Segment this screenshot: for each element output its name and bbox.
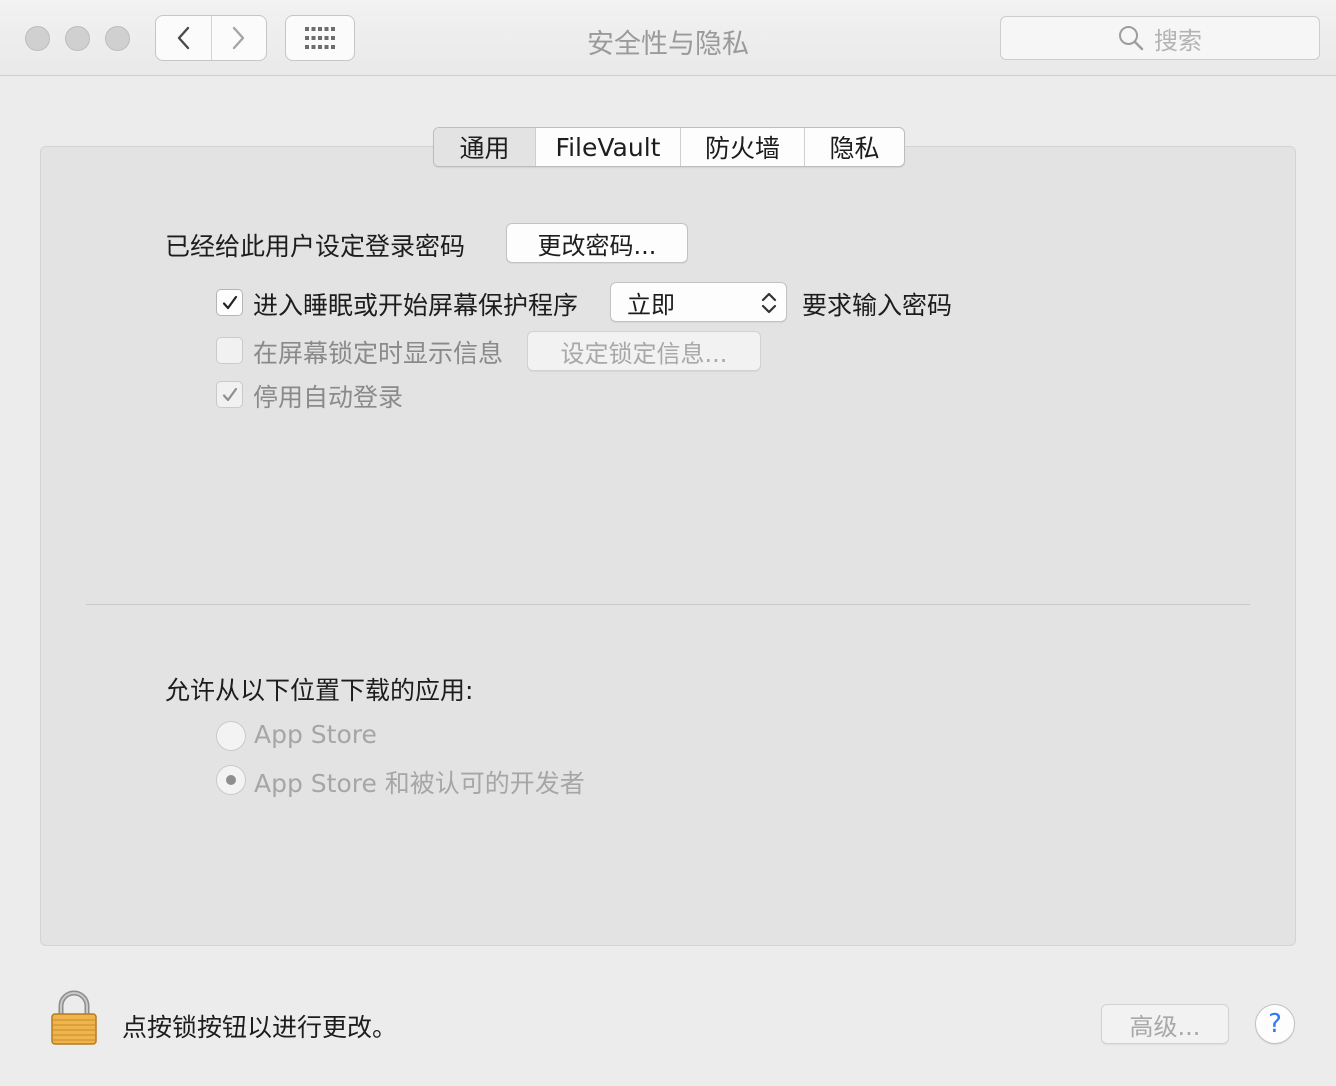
password-delay-value: 立即 xyxy=(627,290,675,319)
require-password-suffix: 要求输入密码 xyxy=(802,291,953,320)
checkmark-icon xyxy=(222,295,237,309)
checkmark-icon xyxy=(222,387,237,401)
tab-bar: 通用 FileVault 防火墙 隐私 xyxy=(433,127,905,167)
radio-app-store-identified-label: App Store 和被认可的开发者 xyxy=(254,769,585,798)
tab-privacy[interactable]: 隐私 xyxy=(804,128,904,166)
disable-auto-login-label: 停用自动登录 xyxy=(253,383,404,412)
password-delay-select[interactable]: 立即 xyxy=(610,282,787,322)
question-mark-icon: ? xyxy=(1268,1009,1282,1039)
downloads-title: 允许从以下位置下载的应用: xyxy=(165,676,474,705)
content-panel xyxy=(40,146,1296,946)
search-placeholder: 搜索 xyxy=(1154,26,1202,55)
require-password-label: 进入睡眠或开始屏幕保护程序 xyxy=(253,291,579,320)
radio-app-store[interactable] xyxy=(216,721,246,751)
padlock-icon xyxy=(51,990,97,1045)
lock-message-label: 在屏幕锁定时显示信息 xyxy=(253,339,504,368)
lock-instruction-text: 点按锁按钮以进行更改。 xyxy=(122,1013,398,1042)
help-button[interactable]: ? xyxy=(1255,1004,1295,1044)
radio-app-store-identified[interactable] xyxy=(216,765,246,795)
section-divider xyxy=(86,604,1250,605)
preferences-window: 安全性与隐私 搜索 通用 FileVault 防火墙 隐私 已经给此用户设定登录… xyxy=(0,0,1336,1086)
change-password-button[interactable]: 更改密码... xyxy=(506,223,688,263)
tab-firewall[interactable]: 防火墙 xyxy=(680,128,804,166)
radio-app-store-label: App Store xyxy=(254,720,377,749)
title-bar: 安全性与隐私 搜索 xyxy=(0,0,1336,76)
password-set-label: 已经给此用户设定登录密码 xyxy=(165,232,466,261)
lock-message-checkbox[interactable] xyxy=(216,337,243,364)
lock-button[interactable] xyxy=(50,990,98,1050)
radio-selected-dot xyxy=(226,775,236,785)
tab-filevault[interactable]: FileVault xyxy=(535,128,680,166)
disable-auto-login-checkbox[interactable] xyxy=(216,381,243,408)
updown-chevron-icon xyxy=(761,292,777,314)
set-lock-message-button[interactable]: 设定锁定信息... xyxy=(527,331,761,371)
require-password-checkbox[interactable] xyxy=(216,289,243,316)
search-field[interactable]: 搜索 xyxy=(1000,16,1320,60)
advanced-button[interactable]: 高级... xyxy=(1101,1004,1229,1044)
tab-general[interactable]: 通用 xyxy=(434,128,535,166)
search-icon xyxy=(1119,26,1144,51)
